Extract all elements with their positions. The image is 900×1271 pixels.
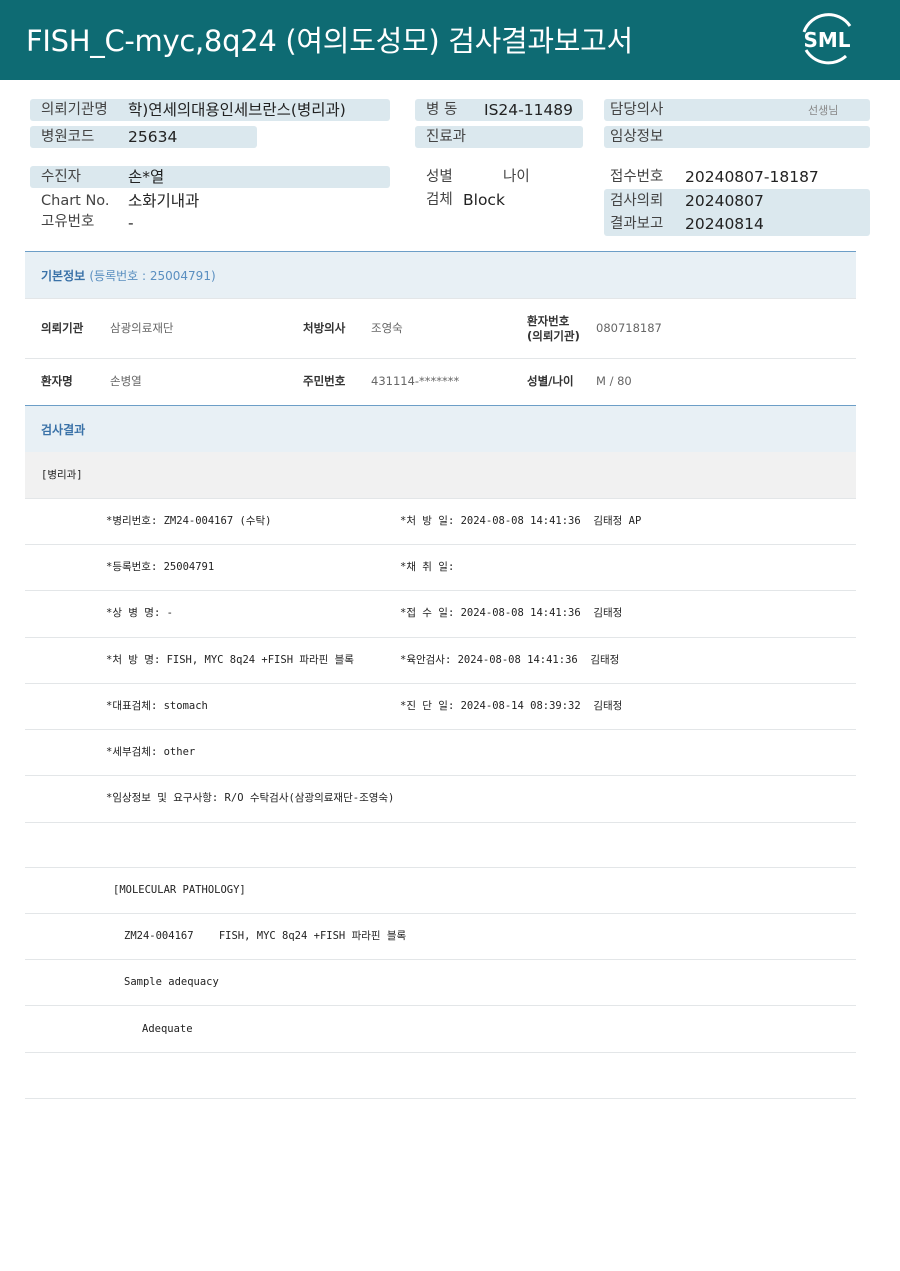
sml-logo: SML [796, 10, 858, 68]
doctor-suffix: 선생님 [808, 104, 839, 117]
sex-age-label: 성별/나이 [527, 374, 574, 388]
divider [25, 498, 856, 499]
patient-no-value: 080718187 [596, 321, 662, 335]
molecular-line: ZM24-004167 FISH, MYC 8q24 +FISH 파라핀 블록 [124, 930, 407, 942]
molecular-header: [MOLECULAR PATHOLOGY] [113, 884, 246, 896]
patient-no-sublabel: (의뢰기관) [527, 329, 580, 343]
doctor-label: 담당의사 [610, 102, 664, 118]
result-line-right: *진 단 일: 2024-08-14 08:39:32 김태정 [400, 700, 623, 712]
report-value: 20240814 [685, 215, 764, 233]
divider [25, 358, 856, 359]
requester-label: 의뢰기관 [41, 321, 84, 335]
divider [25, 913, 856, 914]
prescriber-value: 조영숙 [371, 321, 403, 335]
divider [25, 683, 856, 684]
result-line-right: *처 방 일: 2024-08-08 14:41:36 김태정 AP [400, 515, 642, 527]
department-label: 진료과 [426, 129, 467, 145]
request-value: 20240807 [685, 192, 764, 210]
institution-value: 학)연세의대용인세브란스(병리과) [128, 101, 346, 119]
chart-value: 소화기내과 [128, 192, 200, 210]
result-line-left: *세부검체: other [106, 746, 196, 758]
basic-info-header: 기본정보 (등록번호 : 25004791) [25, 251, 856, 298]
receipt-no-value: 20240807-18187 [685, 168, 819, 186]
result-line-left: *처 방 명: FISH, MYC 8q24 +FISH 파라핀 블록 [106, 654, 354, 666]
divider [25, 590, 856, 591]
result-line-right: *채 취 일: [400, 561, 455, 573]
age-label: 나이 [503, 169, 530, 185]
chart-label: Chart No. [41, 193, 110, 209]
logo-text: SML [803, 28, 850, 52]
basic-info-title-text: 기본정보 [41, 269, 86, 283]
prescriber-label: 처방의사 [303, 321, 346, 335]
divider [25, 1005, 856, 1006]
divider [25, 822, 856, 823]
basic-info-title: 기본정보 (등록번호 : 25004791) [41, 267, 216, 284]
divider [25, 867, 856, 868]
result-line-left: *상 병 명: - [106, 607, 173, 619]
divider [25, 544, 856, 545]
receipt-no-label: 접수번호 [610, 169, 664, 185]
patient-no-label: 환자번호 [527, 314, 570, 328]
result-line-right: *접 수 일: 2024-08-08 14:41:36 김태정 [400, 607, 623, 619]
result-line-right: *육안검사: 2024-08-08 14:41:36 김태정 [400, 654, 620, 666]
report-label: 결과보고 [610, 216, 664, 232]
ward-value: IS24-11489 [484, 101, 574, 119]
ward-label: 병 동 [426, 102, 458, 118]
result-line-left: *대표검체: stomach [106, 700, 208, 712]
divider [25, 959, 856, 960]
hospital-code-value: 25634 [128, 128, 178, 146]
result-line-left: *병리번호: ZM24-004167 (수탁) [106, 515, 272, 527]
divider [25, 729, 856, 730]
results-title: 검사결과 [41, 423, 86, 437]
unique-no-value: - [128, 214, 134, 232]
specimen-label: 검체 [426, 192, 453, 208]
request-label: 검사의뢰 [610, 193, 664, 209]
patient-name-value: 손병열 [110, 374, 142, 388]
adequacy-value: Adequate [142, 1023, 193, 1035]
dept-header-row: [병리과] [25, 452, 856, 498]
report-header: FISH_C-myc,8q24 (여의도성모) 검사결과보고서 SML [0, 0, 900, 80]
institution-label: 의뢰기관명 [41, 102, 108, 118]
specimen-value: Block [463, 191, 505, 209]
clinical-info-label: 임상정보 [610, 129, 664, 145]
sex-age-value: M / 80 [596, 374, 632, 388]
patient-pill [30, 166, 390, 188]
unique-no-label: 고유번호 [41, 214, 95, 230]
adequacy-label: Sample adequacy [124, 976, 219, 988]
hospital-code-label: 병원코드 [41, 129, 95, 145]
results-header: 검사결과 [25, 405, 856, 452]
result-line-left: *임상정보 및 요구사항: R/O 수탁검사(삼광의료재단-조영숙) [106, 792, 395, 804]
divider [25, 1098, 856, 1099]
patient-name-label: 환자명 [41, 374, 73, 388]
resident-no-label: 주민번호 [303, 374, 346, 388]
divider [25, 637, 856, 638]
patient-value: 손*열 [128, 168, 165, 186]
dept-header: [병리과] [41, 469, 83, 481]
resident-no-value: 431114-******* [371, 374, 460, 388]
divider [25, 775, 856, 776]
requester-value: 삼광의료재단 [110, 321, 174, 335]
divider [25, 298, 856, 299]
result-line-left: *등록번호: 25004791 [106, 561, 215, 573]
patient-label: 수진자 [41, 169, 82, 185]
registration-number: (등록번호 : 25004791) [89, 269, 216, 283]
divider [25, 1052, 856, 1053]
sex-label: 성별 [426, 169, 453, 185]
report-title: FISH_C-myc,8q24 (여의도성모) 검사결과보고서 [26, 24, 633, 58]
